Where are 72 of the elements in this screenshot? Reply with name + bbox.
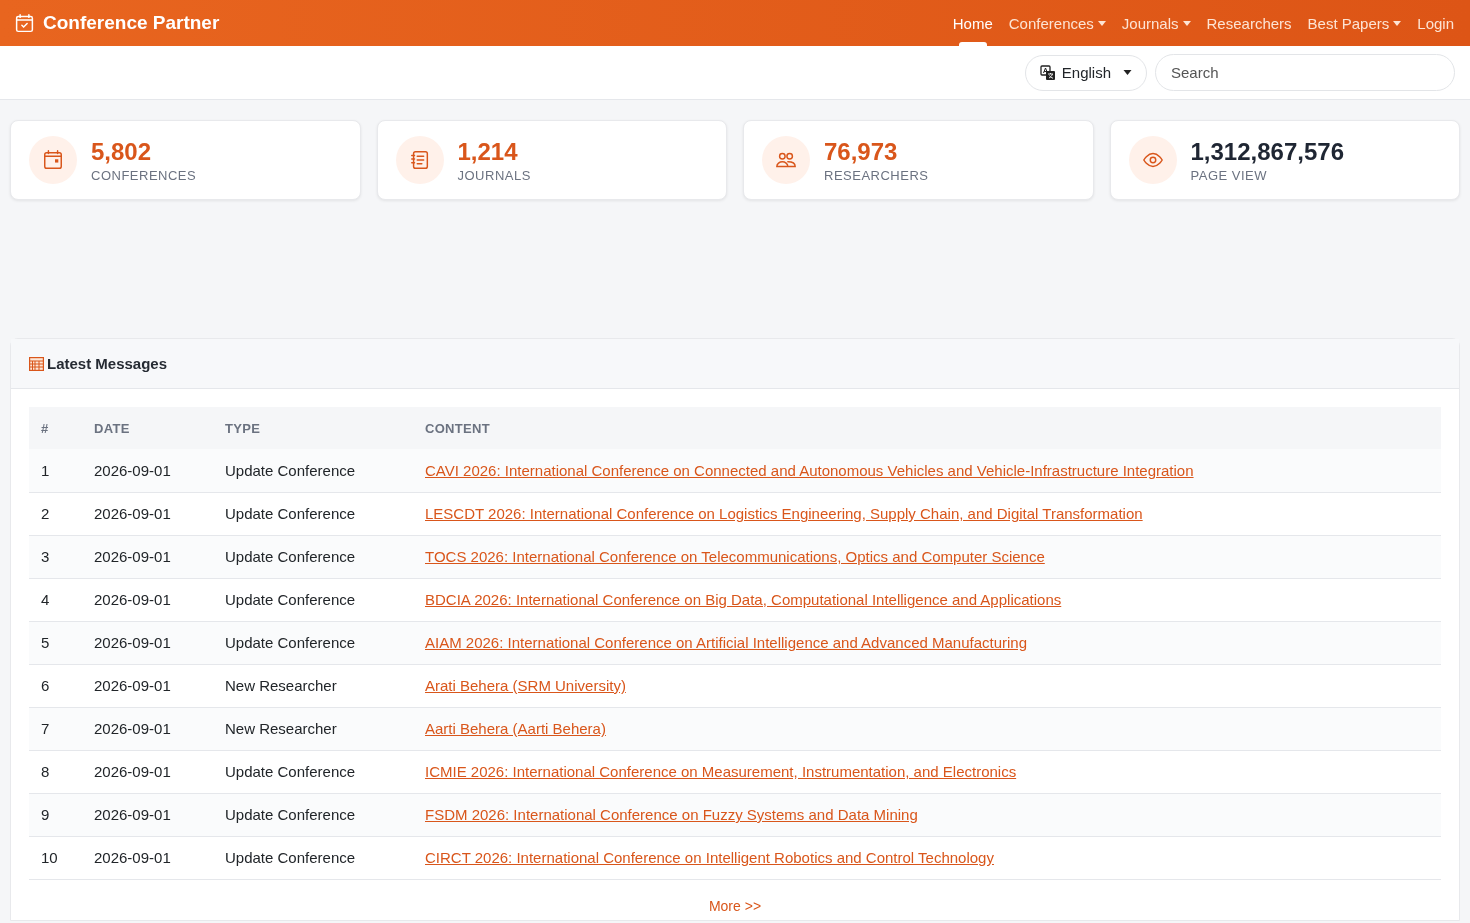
table-cell: Update Conference (213, 535, 413, 578)
table-cell: 8 (29, 750, 82, 793)
nav-link[interactable]: Home (952, 0, 993, 46)
nav-link[interactable]: Conferences (1008, 0, 1106, 46)
table-cell: Update Conference (213, 621, 413, 664)
brand-title: Conference Partner (43, 12, 220, 34)
language-button[interactable]: English (1024, 54, 1147, 91)
content-link[interactable]: CAVI 2026: International Conference on Connected and Autonomous Vehicles and Vehicle-Infrastructure Integration (425, 461, 1194, 479)
table-cell: 10 (29, 836, 82, 879)
table-cell: Update Conference (213, 449, 413, 492)
table-cell: 2026-09-01 (82, 449, 213, 492)
stat-value: 1,312,867,576 (1190, 137, 1344, 166)
table-cell: 2026-09-01 (82, 750, 213, 793)
content-link[interactable]: LESCDT 2026: International Conference on Logistics Engineering, Supply Chain, and Digital Transformation (425, 505, 1143, 522)
table-cell: 2026-09-01 (82, 664, 213, 707)
translate-icon (1039, 64, 1056, 81)
table-cell: New Researcher (213, 664, 413, 707)
table-cell: 2026-09-01 (82, 492, 213, 535)
column-header: TYPE (213, 407, 413, 449)
content-link[interactable]: TOCS 2026: International Conference on Telecommunications, Optics and Computer Science (425, 548, 1045, 565)
table-cell: 9 (29, 793, 82, 836)
stat-value: 5,802 (91, 137, 153, 166)
caret-icon (1393, 20, 1402, 26)
column-header: # (29, 407, 82, 449)
table-cell: 6 (29, 664, 82, 707)
column-header: DATE (82, 407, 213, 449)
table-cell: 2026-09-01 (82, 578, 213, 621)
table-cell: Update Conference (213, 750, 413, 793)
nav-link[interactable]: Researchers (1206, 0, 1292, 46)
more-link[interactable]: More >> (708, 897, 762, 914)
table-cell: Update Conference (213, 492, 413, 535)
search-field[interactable]: Search (1155, 54, 1455, 91)
table-cell: 2 (29, 492, 82, 535)
table-icon (29, 356, 44, 371)
caret-icon (1123, 70, 1132, 75)
stat-label: PAGE VIEW (1190, 167, 1268, 183)
table-cell: 4 (29, 578, 82, 621)
stat-label: CONFERENCES (91, 167, 197, 183)
stat-value: 1,214 (457, 137, 519, 166)
table-cell: 2026-09-01 (82, 836, 213, 879)
table-cell: 7 (29, 707, 82, 750)
table-cell: 1 (29, 449, 82, 492)
nav-link[interactable]: Best Papers (1307, 0, 1402, 46)
table-cell: 2026-09-01 (82, 621, 213, 664)
table-cell: 2026-09-01 (82, 535, 213, 578)
table-cell: Update Conference (213, 578, 413, 621)
table-cell: Update Conference (213, 793, 413, 836)
card-title: Latest Messages (47, 355, 168, 372)
content-link[interactable]: Arati Behera (SRM University) (425, 677, 626, 694)
table-cell: New Researcher (213, 707, 413, 750)
stat-value: 76,973 (824, 137, 899, 166)
stat-label: JOURNALS (457, 167, 531, 183)
content-link[interactable]: Aarti Behera (Aarti Behera) (425, 720, 606, 737)
content-link[interactable]: CIRCT 2026: International Conference on Intelligent Robotics and Control Technology (425, 849, 994, 866)
calendar-check-icon (14, 12, 35, 34)
nav-link[interactable]: Login (1417, 0, 1454, 46)
calendar-icon (42, 149, 64, 171)
stat-label: RESEARCHERS (824, 167, 929, 183)
caret-icon (1182, 20, 1191, 26)
table-cell: 2026-09-01 (82, 793, 213, 836)
content-link[interactable]: FSDM 2026: International Conference on Fuzzy Systems and Data Mining (425, 806, 918, 823)
table-cell: 2026-09-01 (82, 707, 213, 750)
table-cell: 3 (29, 535, 82, 578)
column-header: CONTENT (413, 407, 1441, 449)
nav-link[interactable]: Journals (1121, 0, 1191, 46)
content-link[interactable]: AIAM 2026: International Conference on Artificial Intelligence and Advanced Manufacturing (425, 634, 1028, 651)
table-cell: 5 (29, 621, 82, 664)
table-cell: Update Conference (213, 836, 413, 879)
caret-icon (1097, 20, 1106, 26)
content-link[interactable]: BDCIA 2026: International Conference on Big Data, Computational Intelligence and Applications (425, 591, 1062, 608)
notebook-icon (408, 149, 431, 171)
content-link[interactable]: ICMIE 2026: International Conference on Measurement, Instrumentation, and Electronics (425, 763, 1017, 780)
